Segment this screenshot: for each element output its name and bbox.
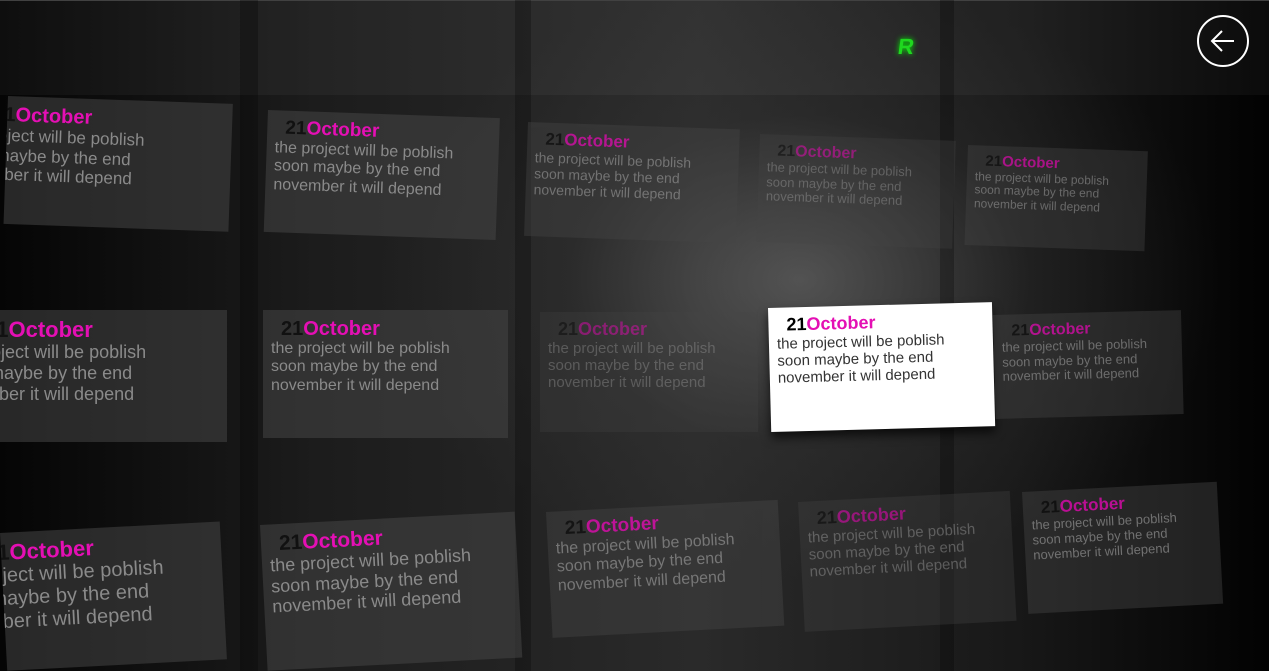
card-month: October [585,513,660,538]
card-day: 21 [1011,322,1030,340]
card-month: October [836,503,907,527]
card-day: 21 [564,516,587,540]
card-day: 21 [285,117,307,140]
card-text-line: soon maybe by the end [271,358,438,376]
card-text-line: soon maybe by the end [0,362,133,383]
card-month: October [1001,153,1060,173]
card-day: 21 [816,507,838,529]
card-month: October [8,317,93,342]
card-date: 21October [271,318,500,340]
event-card[interactable]: 21Octoberthe project will be poblishsoon… [3,96,233,232]
event-card[interactable]: 21Octoberthe project will be poblishsoon… [0,521,227,671]
arrow-left-icon [1210,30,1234,52]
event-card[interactable]: 21Octoberthe project will be poblishsoon… [798,490,1017,632]
card-text-line: november it will depend [1002,365,1140,385]
card-day: 21 [281,318,304,340]
card-month: October [578,319,648,339]
column-divider [240,0,258,671]
card-month: October [806,312,876,334]
event-card[interactable]: 21Octoberthe project will be poblishsoon… [1022,481,1224,614]
event-card[interactable]: 21Octoberthe project will be poblishsoon… [756,134,956,249]
event-card[interactable]: 21Octoberthe project will be poblishsoon… [263,310,508,438]
event-card[interactable]: 21Octoberthe project will be poblishsoon… [524,122,740,244]
card-date: 21October [0,317,219,342]
calendar-wall: R 21Octoberthe project will be poblishso… [0,0,1269,671]
event-card[interactable]: 21Octoberthe project will be poblishsoon… [540,312,758,432]
card-month: October [794,143,857,163]
card-month: October [1028,320,1091,340]
card-month: October [306,118,380,142]
event-card[interactable]: 21Octoberthe project will be poblishsoon… [260,511,523,671]
ceiling-band [0,0,1269,95]
back-button[interactable] [1197,15,1249,67]
event-card[interactable]: 21Octoberthe project will be poblishsoon… [263,110,500,241]
card-text-line: november it will depend [271,376,440,394]
card-text-line: the project will be poblish [271,340,450,357]
card-month: October [303,318,380,340]
card-text-line: november it will depend [0,383,135,404]
card-day: 21 [545,129,565,150]
card-text-line: november it will depend [548,374,706,392]
card-day: 21 [786,314,807,335]
card-day: 21 [777,142,796,161]
card-text-line: the project will be poblish [0,342,147,363]
card-day: 21 [558,319,579,339]
card-month: October [15,104,93,129]
card-date: 21October [548,319,750,340]
card-text-line: the project will be poblish [548,339,716,357]
event-card[interactable]: 21Octoberthe project will be poblishsoon… [964,145,1148,252]
card-day: 21 [278,530,303,556]
event-card[interactable]: 21Octoberthe project will be poblishsoon… [768,302,996,432]
card-month: October [563,130,630,152]
card-day: 21 [1040,497,1061,518]
event-card[interactable]: 21Octoberthe project will be poblishsoon… [993,310,1184,419]
card-day: 21 [985,152,1003,171]
event-card[interactable]: 21Octoberthe project will be poblishsoon… [546,499,785,638]
event-card[interactable]: 21Octoberthe project will be poblishsoon… [0,310,227,442]
card-text-line: soon maybe by the end [548,357,704,375]
